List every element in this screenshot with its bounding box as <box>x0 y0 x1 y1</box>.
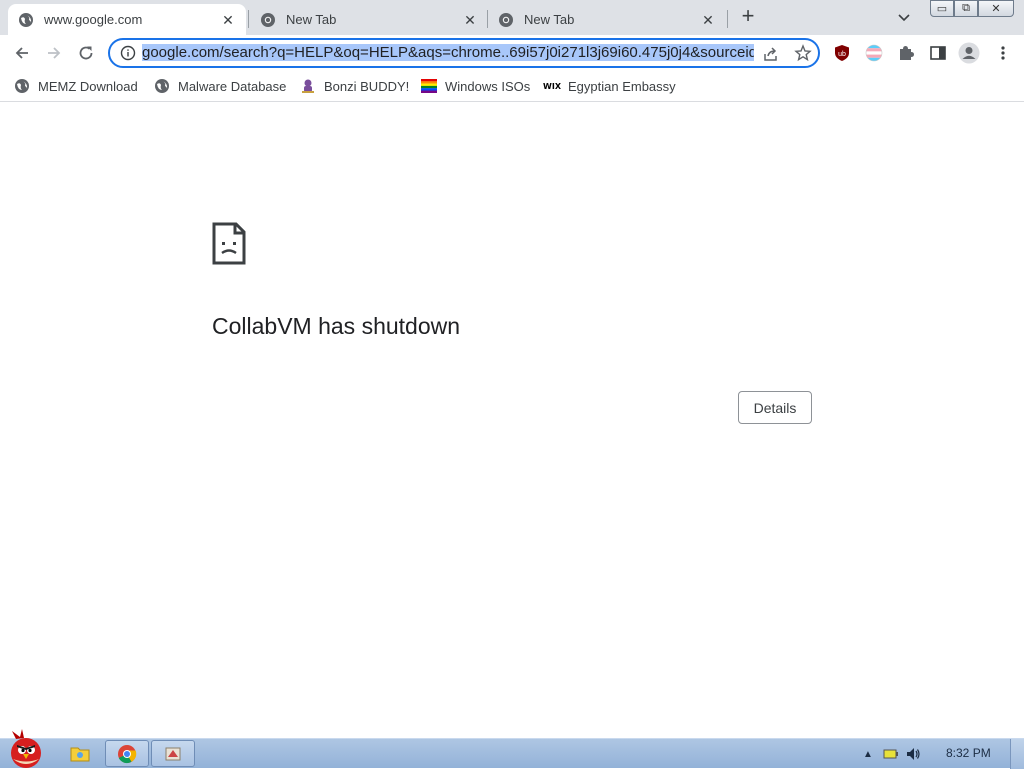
tab-close-icon[interactable]: ✕ <box>220 12 236 28</box>
back-arrow-icon <box>15 47 28 59</box>
start-button-angry-bird-icon[interactable] <box>2 729 50 769</box>
bookmark-label: Malware Database <box>178 78 287 94</box>
bookmark-egyptian-embassy[interactable]: WIX Egyptian Embassy <box>543 76 676 96</box>
chrome-icon <box>118 744 137 763</box>
show-desktop-button[interactable] <box>1010 739 1024 769</box>
bookmark-windows-isos[interactable]: Windows ISOs <box>421 76 530 96</box>
forward-arrow-icon <box>48 47 61 59</box>
tab-close-icon[interactable]: ✕ <box>700 12 716 28</box>
tab-separator <box>727 10 728 28</box>
ublock-text: ub <box>838 51 846 58</box>
window-controls: ▭ ⧉ ✕ <box>930 0 1014 17</box>
bookmark-bonzi-buddy[interactable]: Bonzi BUDDY! <box>300 76 409 96</box>
url-selection: google.com/search?q=HELP&oq=HELP&aqs=chr… <box>142 44 754 61</box>
taskbar-app-button[interactable] <box>151 740 195 767</box>
globe-icon <box>154 78 170 94</box>
tab-title: New Tab <box>524 12 575 27</box>
error-page: CollabVM has shutdown Details <box>0 103 1024 738</box>
new-tab-button[interactable]: + <box>738 5 758 27</box>
menu-kebab-icon[interactable] <box>994 44 1012 62</box>
tab-close-icon[interactable]: ✕ <box>462 12 478 28</box>
tab-google[interactable]: www.google.com ✕ <box>8 4 246 35</box>
taskbar-chrome-button[interactable] <box>105 740 149 767</box>
chrome-icon <box>498 12 514 28</box>
forward-button[interactable] <box>42 41 66 65</box>
side-panel-icon[interactable] <box>929 44 947 62</box>
bookmarks-bar: MEMZ Download Malware Database Bonzi BUD… <box>0 71 1024 102</box>
taskbar: ▲ 8:32 PM <box>0 729 1024 769</box>
bookmark-memz-download[interactable]: MEMZ Download <box>14 76 138 96</box>
site-info-icon[interactable] <box>120 45 136 61</box>
wix-icon: WIX <box>543 81 561 91</box>
bookmark-star-icon[interactable] <box>794 44 812 62</box>
tab-title: www.google.com <box>44 12 143 27</box>
tab-separator <box>248 10 249 28</box>
tray-battery-icon[interactable] <box>883 746 899 762</box>
address-bar[interactable]: google.com/search?q=HELP&oq=HELP&aqs=chr… <box>108 38 820 68</box>
app-icon <box>165 747 181 760</box>
error-title: CollabVM has shutdown <box>212 313 461 339</box>
share-icon[interactable] <box>762 45 780 63</box>
bookmark-label: Egyptian Embassy <box>568 78 676 94</box>
bookmark-malware-database[interactable]: Malware Database <box>154 76 286 96</box>
tab-new-2[interactable]: New Tab ✕ <box>488 4 726 35</box>
ublock-origin-icon[interactable]: ub <box>833 44 851 62</box>
folder-icon <box>70 747 90 761</box>
close-window-button[interactable]: ✕ <box>978 0 1014 17</box>
restore-button[interactable]: ⧉ <box>954 0 978 17</box>
reload-icon <box>79 46 93 60</box>
volume-icon[interactable] <box>905 746 921 762</box>
url-text[interactable]: google.com/search?q=HELP&oq=HELP&aqs=chr… <box>142 44 754 62</box>
details-button[interactable]: Details <box>738 391 812 424</box>
tab-new-1[interactable]: New Tab ✕ <box>250 4 488 35</box>
tab-title: New Tab <box>286 12 337 27</box>
profile-avatar-icon[interactable] <box>958 42 980 64</box>
reload-button[interactable] <box>74 41 98 65</box>
bookmark-label: Windows ISOs <box>445 78 531 94</box>
tray-expand-icon[interactable]: ▲ <box>860 746 876 762</box>
globe-icon <box>14 78 30 94</box>
tab-strip: www.google.com ✕ New Tab ✕ New Tab ✕ + ▭… <box>0 0 1024 35</box>
bookmark-label: Bonzi BUDDY! <box>324 78 410 94</box>
taskbar-clock[interactable]: 8:32 PM <box>946 746 991 760</box>
bonzi-icon <box>300 78 316 94</box>
bookmark-label: MEMZ Download <box>38 78 138 94</box>
minimize-button[interactable]: ▭ <box>930 0 954 17</box>
globe-icon <box>18 12 34 28</box>
extensions-puzzle-icon[interactable] <box>897 44 915 62</box>
extension-flag-icon[interactable] <box>865 44 883 62</box>
rainbow-flag-icon <box>421 78 437 94</box>
taskbar-explorer-button[interactable] <box>58 740 102 767</box>
browser-toolbar: google.com/search?q=HELP&oq=HELP&aqs=chr… <box>0 35 1024 71</box>
back-button[interactable] <box>10 41 34 65</box>
tab-search-chevron-icon[interactable] <box>896 9 912 25</box>
sad-page-icon <box>212 222 246 265</box>
chrome-icon <box>260 12 276 28</box>
